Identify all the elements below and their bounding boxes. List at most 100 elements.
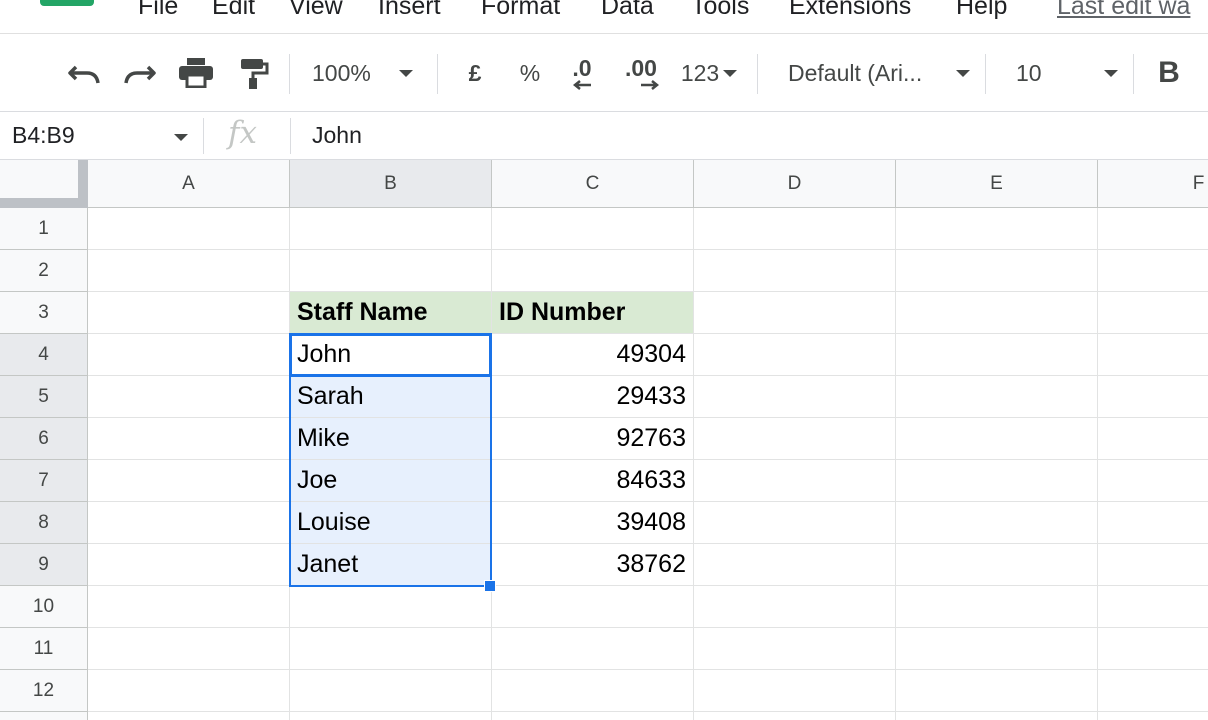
cell-e13[interactable] [896,712,1098,720]
paint-format-button[interactable] [234,34,274,112]
cell-c4[interactable]: 49304 [492,334,694,376]
freeze-handle-horizontal[interactable] [0,198,88,208]
cell-f13[interactable] [1098,712,1208,720]
cell-d4[interactable] [694,334,896,376]
row-header-1[interactable]: 1 [0,208,88,250]
cell-b13[interactable] [290,712,492,720]
cell-f1[interactable] [1098,208,1208,250]
cell-d5[interactable] [694,376,896,418]
row-header-4[interactable]: 4 [0,334,88,376]
cell-d11[interactable] [694,628,896,670]
cell-e12[interactable] [896,670,1098,712]
cell-f8[interactable] [1098,502,1208,544]
cell-c2[interactable] [492,250,694,292]
print-button[interactable] [176,34,216,112]
cell-b5[interactable]: Sarah [290,376,492,418]
row-header-11[interactable]: 11 [0,628,88,670]
cell-e4[interactable] [896,334,1098,376]
cell-a1[interactable] [88,208,290,250]
row-header-5[interactable]: 5 [0,376,88,418]
cell-b7[interactable]: Joe [290,460,492,502]
cell-f5[interactable] [1098,376,1208,418]
column-header-c[interactable]: C [492,160,694,208]
cell-f7[interactable] [1098,460,1208,502]
cell-e5[interactable] [896,376,1098,418]
cell-d9[interactable] [694,544,896,586]
column-header-f[interactable]: F [1098,160,1208,208]
menu-tools[interactable]: Tools [691,0,749,21]
increase-decimal-button[interactable]: .00 [618,34,664,112]
cell-e9[interactable] [896,544,1098,586]
cell-d12[interactable] [694,670,896,712]
cell-b2[interactable] [290,250,492,292]
decrease-decimal-button[interactable]: .0 [562,34,602,112]
cell-e3[interactable] [896,292,1098,334]
cell-f9[interactable] [1098,544,1208,586]
cell-e11[interactable] [896,628,1098,670]
cell-c12[interactable] [492,670,694,712]
cell-d6[interactable] [694,418,896,460]
cell-e10[interactable] [896,586,1098,628]
cell-a13[interactable] [88,712,290,720]
cell-a4[interactable] [88,334,290,376]
cell-e1[interactable] [896,208,1098,250]
cell-a8[interactable] [88,502,290,544]
cell-b4[interactable]: John [290,334,492,376]
menu-file[interactable]: File [138,0,178,21]
row-header-10[interactable]: 10 [0,586,88,628]
cell-b12[interactable] [290,670,492,712]
menu-view[interactable]: View [289,0,343,21]
row-header-9[interactable]: 9 [0,544,88,586]
menu-data[interactable]: Data [601,0,654,21]
cell-c3-header[interactable]: ID Number [492,292,694,334]
menu-format[interactable]: Format [481,0,560,21]
cell-a11[interactable] [88,628,290,670]
bold-button[interactable]: B [1152,34,1186,112]
cell-d13[interactable] [694,712,896,720]
menu-help[interactable]: Help [956,0,1007,21]
cell-a7[interactable] [88,460,290,502]
redo-button[interactable] [120,34,160,112]
zoom-select[interactable]: 100% [312,34,424,112]
cell-c13[interactable] [492,712,694,720]
cell-f10[interactable] [1098,586,1208,628]
menu-edit[interactable]: Edit [212,0,255,21]
cell-b10[interactable] [290,586,492,628]
row-header-13[interactable] [0,712,88,720]
cell-c1[interactable] [492,208,694,250]
cell-e8[interactable] [896,502,1098,544]
cell-f6[interactable] [1098,418,1208,460]
cell-a2[interactable] [88,250,290,292]
cell-d3[interactable] [694,292,896,334]
cell-e7[interactable] [896,460,1098,502]
row-header-8[interactable]: 8 [0,502,88,544]
cell-a5[interactable] [88,376,290,418]
cell-b8[interactable]: Louise [290,502,492,544]
number-format-select[interactable]: 123 [676,34,742,112]
cell-c5[interactable]: 29433 [492,376,694,418]
cell-e6[interactable] [896,418,1098,460]
column-header-d[interactable]: D [694,160,896,208]
cell-a6[interactable] [88,418,290,460]
font-size-select[interactable]: 10 [1016,34,1118,112]
cell-f3[interactable] [1098,292,1208,334]
undo-button[interactable] [64,34,104,112]
name-box[interactable]: B4:B9 [12,122,75,149]
cell-f11[interactable] [1098,628,1208,670]
cell-f2[interactable] [1098,250,1208,292]
font-select[interactable]: Default (Ari... [788,34,970,112]
currency-button[interactable]: £ [458,34,492,112]
sheets-logo[interactable] [40,0,94,6]
cell-c6[interactable]: 92763 [492,418,694,460]
cell-c7[interactable]: 84633 [492,460,694,502]
cell-b6[interactable]: Mike [290,418,492,460]
chevron-down-icon[interactable] [174,134,188,141]
column-header-b[interactable]: B [290,160,492,208]
cell-b3-header[interactable]: Staff Name [290,292,492,334]
menu-extensions[interactable]: Extensions [789,0,911,21]
menu-insert[interactable]: Insert [378,0,441,21]
cell-c9[interactable]: 38762 [492,544,694,586]
cell-c8[interactable]: 39408 [492,502,694,544]
cell-d1[interactable] [694,208,896,250]
formula-input[interactable]: John [312,122,362,149]
